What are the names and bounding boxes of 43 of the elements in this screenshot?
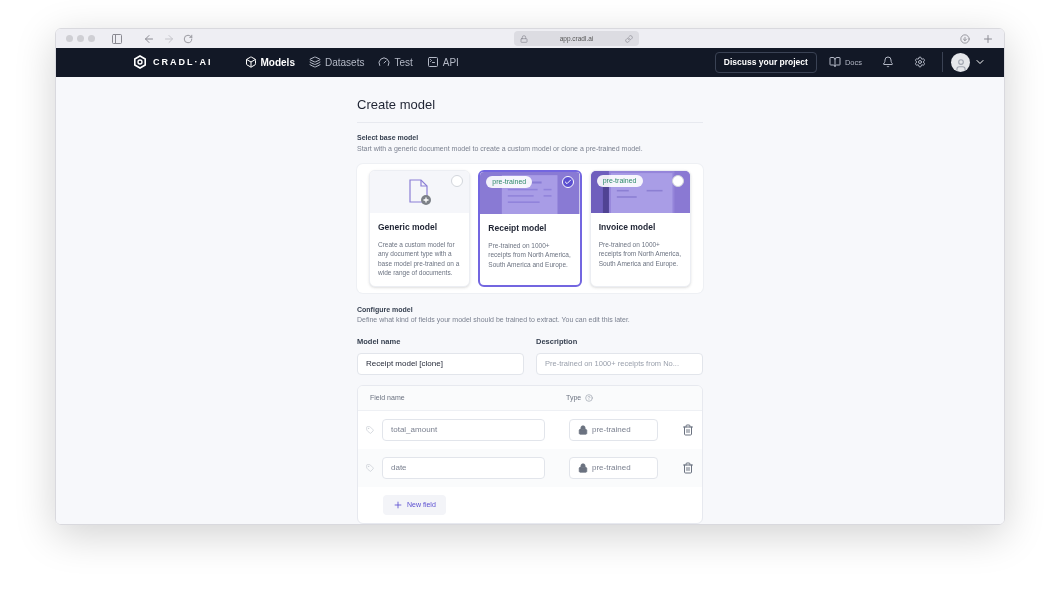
tag-icon bbox=[366, 464, 374, 472]
tag-icon bbox=[366, 426, 374, 434]
lock-icon bbox=[520, 34, 528, 43]
forward-icon[interactable] bbox=[163, 32, 175, 45]
help-icon[interactable] bbox=[585, 394, 594, 402]
check-icon bbox=[563, 178, 572, 186]
delete-icon[interactable] bbox=[682, 424, 694, 436]
layers-icon bbox=[308, 56, 321, 69]
gauge-icon bbox=[378, 56, 391, 69]
input-field[interactable]: total_amount bbox=[382, 419, 545, 441]
back-icon[interactable] bbox=[143, 32, 155, 45]
lock-icon bbox=[578, 463, 588, 473]
avatar[interactable] bbox=[951, 52, 970, 72]
cube-icon bbox=[244, 56, 257, 69]
nav-link[interactable]: API bbox=[426, 54, 459, 70]
page-title: Create model bbox=[357, 94, 703, 123]
nav-link[interactable]: Test bbox=[378, 54, 413, 70]
model-name: Generic model bbox=[378, 221, 439, 234]
document-add-icon bbox=[407, 178, 432, 206]
logo-text: CRADL·AI bbox=[153, 55, 213, 69]
model-name: Receipt model bbox=[488, 222, 548, 235]
nav-link[interactable]: Datasets bbox=[308, 54, 365, 70]
plus-icon bbox=[393, 500, 403, 510]
download-icon[interactable] bbox=[960, 33, 970, 44]
reload-icon[interactable] bbox=[183, 33, 193, 44]
lock-icon bbox=[578, 425, 588, 435]
nav-link[interactable]: Models bbox=[244, 54, 295, 70]
terminal-icon bbox=[426, 56, 439, 69]
type-field[interactable]: pre-trained bbox=[569, 419, 658, 441]
bell-icon[interactable] bbox=[882, 56, 894, 69]
model-name: Invoice model bbox=[598, 221, 657, 234]
discuss-project-button[interactable]: Discuss your project bbox=[714, 51, 817, 73]
link-icon bbox=[625, 34, 633, 43]
sidebar-icon[interactable] bbox=[111, 32, 123, 45]
book-icon bbox=[828, 56, 841, 69]
input-field[interactable]: date bbox=[382, 457, 545, 479]
new-tab-icon[interactable] bbox=[982, 32, 994, 45]
delete-icon[interactable] bbox=[682, 462, 694, 474]
settings-icon[interactable] bbox=[914, 56, 926, 69]
logo-icon bbox=[133, 55, 147, 70]
radio-button[interactable] bbox=[451, 175, 464, 187]
type-field[interactable]: pre-trained bbox=[569, 457, 658, 479]
input-field[interactable]: Receipt model [clone] bbox=[357, 353, 524, 375]
